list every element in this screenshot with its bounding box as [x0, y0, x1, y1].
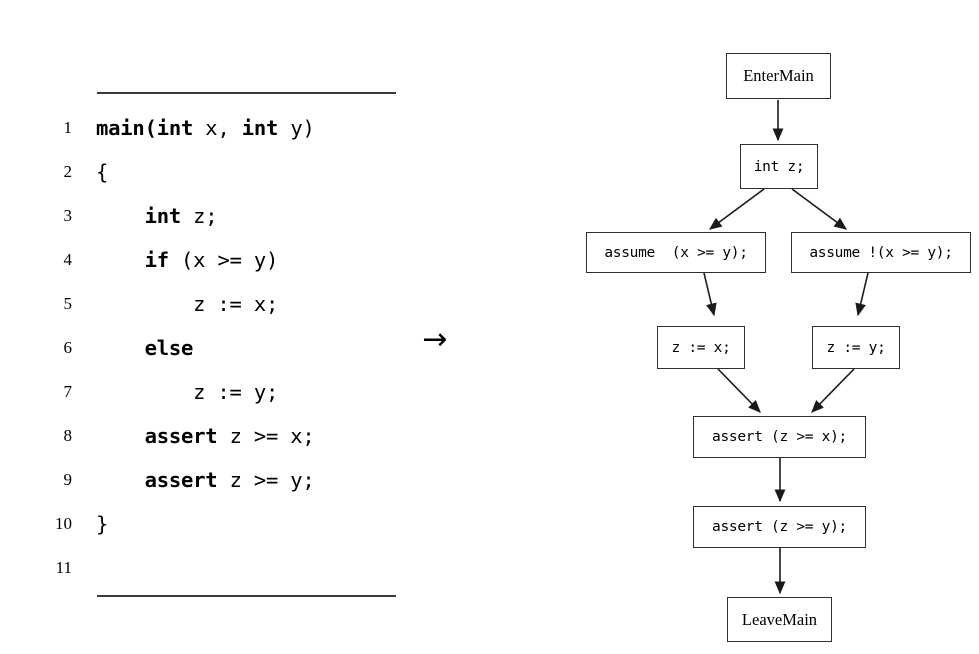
cfg-node-assume-then[interactable]: assume (x >= y);: [586, 232, 766, 273]
cfg-node-enter-main[interactable]: EnterMain: [726, 53, 831, 99]
edge-decl-z-to-assume-else: [791, 188, 848, 230]
cfg-node-label: assume !(x >= y);: [809, 244, 953, 261]
code-line-text: z := y;: [96, 380, 279, 404]
right-arrow-icon: →: [422, 322, 448, 357]
code-line-2: 2 {: [0, 150, 460, 194]
cfg-node-label: assert (z >= x);: [712, 429, 847, 445]
line-number: 3: [63, 206, 73, 225]
line-number: 10: [55, 514, 72, 533]
code-line-11: 11: [0, 546, 460, 590]
code-line-1: 1 main(int x, int y): [0, 106, 460, 150]
edge-assume-then-to-assign-z-x: [703, 272, 717, 317]
cfg-node-assert-z-ge-x[interactable]: assert (z >= x);: [693, 416, 866, 458]
cfg-node-label: assume (x >= y);: [604, 244, 748, 261]
line-number: 7: [63, 382, 73, 401]
cfg-node-leave-main[interactable]: LeaveMain: [727, 597, 832, 642]
cfg-node-label: z := y;: [826, 339, 886, 356]
cfg-node-assign-z-x[interactable]: z := x;: [657, 326, 745, 369]
edge-assign-z-x-to-assert-x: [717, 368, 761, 413]
code-line-text: }: [96, 512, 109, 536]
code-line-6: 6 else: [0, 326, 460, 370]
code-line-text: main(int x, int y): [96, 116, 315, 140]
edge-decl-z-to-assume-then: [708, 188, 765, 230]
code-line-text: z := x;: [96, 292, 279, 316]
cfg-node-decl-z[interactable]: int z;: [740, 144, 818, 189]
code-line-text: else: [144, 336, 194, 360]
line-number: 6: [63, 338, 73, 357]
listing-top-rule: [97, 92, 396, 94]
code-line-text: int z;: [144, 204, 218, 228]
code-line-text: assert z >= x;: [144, 424, 315, 448]
cfg-node-label: LeaveMain: [741, 609, 818, 629]
edge-assign-z-y-to-assert-x: [811, 368, 855, 413]
code-listing: 1 main(int x, int y) 2 { 3 int z; 4 if (…: [0, 0, 460, 654]
code-line-10: 10 }: [0, 502, 460, 546]
code-line-text: assert z >= y;: [144, 468, 315, 492]
code-line-9: 9 assert z >= y;: [0, 458, 460, 502]
code-line-7: 7 z := y;: [0, 370, 460, 414]
code-line-text: if (x >= y): [144, 248, 279, 272]
line-number: 8: [63, 426, 73, 445]
listing-bottom-rule: [97, 595, 396, 597]
line-number: 11: [55, 558, 72, 577]
code-line-5: 5 z := x;: [0, 282, 460, 326]
control-flow-graph: EnterMain int z; assume (x >= y); assume…: [470, 0, 979, 654]
cfg-node-label: int z;: [753, 158, 805, 175]
line-number: 4: [63, 250, 73, 269]
code-line-text: {: [96, 160, 109, 184]
cfg-node-label: z := x;: [671, 339, 731, 356]
line-number: 5: [63, 294, 73, 313]
cfg-node-label: EnterMain: [743, 66, 814, 85]
cfg-node-assign-z-y[interactable]: z := y;: [812, 326, 900, 369]
line-number: 2: [63, 162, 73, 181]
cfg-node-assert-z-ge-y[interactable]: assert (z >= y);: [693, 506, 866, 548]
line-number: 9: [63, 470, 73, 489]
code-line-3: 3 int z;: [0, 194, 460, 238]
cfg-node-assume-else[interactable]: assume !(x >= y);: [791, 232, 971, 273]
edge-assume-else-to-assign-z-y: [855, 272, 869, 317]
line-number: 1: [63, 118, 73, 137]
cfg-node-label: assert (z >= y);: [712, 519, 847, 535]
code-line-4: 4 if (x >= y): [0, 238, 460, 282]
code-line-8: 8 assert z >= x;: [0, 414, 460, 458]
